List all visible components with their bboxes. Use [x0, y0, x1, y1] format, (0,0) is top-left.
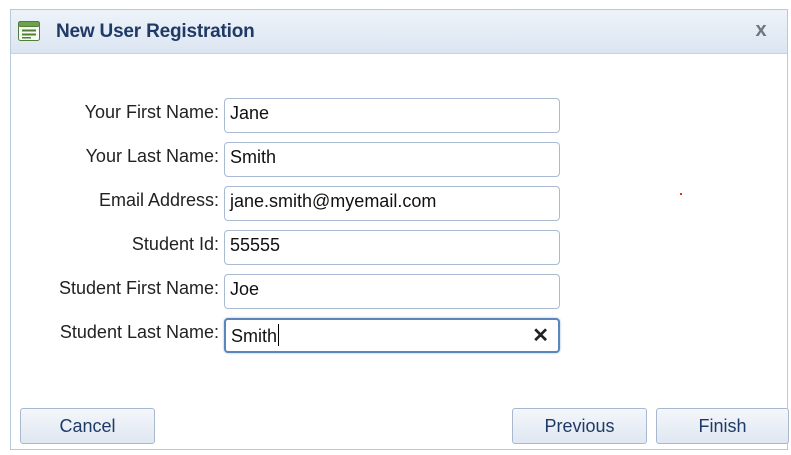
- student-last-name-label: Student Last Name:: [59, 322, 219, 342]
- registration-dialog: New User Registration x Your First Name:…: [10, 9, 789, 450]
- student-id-label: Student Id:: [131, 234, 219, 254]
- student-first-name-input[interactable]: Joe: [224, 274, 560, 309]
- email-label: Email Address:: [98, 190, 219, 210]
- student-first-name-label: Student First Name:: [58, 278, 219, 298]
- student-first-name-row: Student First Name: Joe: [11, 274, 571, 310]
- student-last-name-input[interactable]: Smith ✕: [224, 318, 560, 353]
- previous-button[interactable]: Previous: [512, 408, 647, 444]
- close-button[interactable]: x: [749, 17, 773, 43]
- email-row: Email Address: jane.smith@myemail.com: [11, 186, 571, 222]
- first-name-row: Your First Name: Jane: [11, 98, 571, 134]
- text-cursor: [278, 324, 280, 346]
- clear-icon[interactable]: ✕: [532, 323, 549, 348]
- last-name-row: Your Last Name: Smith: [11, 142, 571, 178]
- first-name-label: Your First Name:: [84, 102, 219, 122]
- email-input[interactable]: jane.smith@myemail.com: [224, 186, 560, 221]
- dialog-titlebar: New User Registration x: [11, 10, 787, 54]
- stray-dot: [680, 193, 682, 195]
- student-id-row: Student Id: 55555: [11, 230, 571, 266]
- student-last-name-value: Smith: [231, 326, 278, 346]
- dialog-title: New User Registration: [56, 21, 255, 42]
- first-name-input[interactable]: Jane: [224, 98, 560, 133]
- form-window-icon: [18, 21, 40, 41]
- finish-button[interactable]: Finish: [656, 408, 789, 444]
- cancel-button[interactable]: Cancel: [20, 408, 155, 444]
- student-id-input[interactable]: 55555: [224, 230, 560, 265]
- last-name-label: Your Last Name:: [85, 146, 219, 166]
- last-name-input[interactable]: Smith: [224, 142, 560, 177]
- student-last-name-row: Student Last Name: Smith ✕: [11, 318, 571, 354]
